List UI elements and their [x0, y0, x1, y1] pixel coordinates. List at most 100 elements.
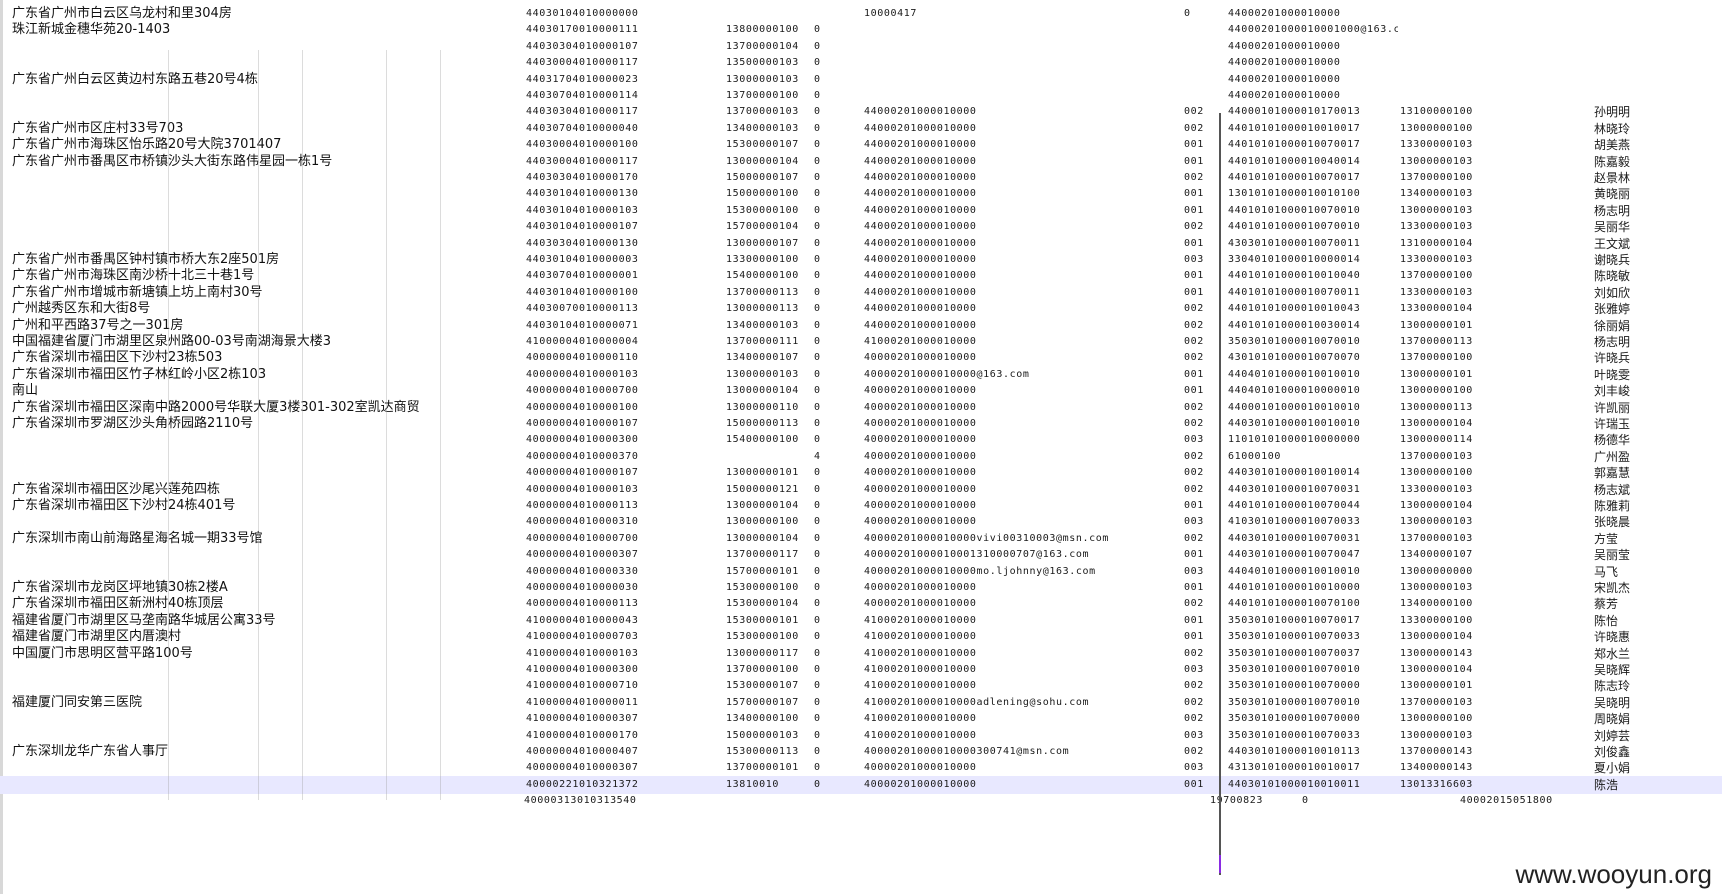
phone-cell: 13000000100 [726, 516, 799, 528]
type-cell: 001 [1184, 270, 1204, 282]
phone-cell: 13700000113 [726, 286, 799, 298]
name-cell [1594, 5, 1654, 23]
id-cell: 44030104010000107 [526, 221, 639, 233]
name-cell: 广州盈 [1594, 449, 1631, 464]
id-cell: 44030104010000003 [526, 254, 639, 265]
last-line-code: 40002015051800 [1460, 795, 1553, 806]
name-cell: 张晓晨 [1594, 515, 1631, 530]
type-cell: 003 [1184, 729, 1204, 741]
type-cell: 003 [1184, 516, 1204, 528]
mobile-cell [1400, 5, 1580, 23]
phone-cell: 13000000104 [726, 385, 799, 397]
address-cell [12, 661, 512, 679]
code-email-cell: 40000201000010000 [864, 385, 977, 397]
address-cell: 广东省深圳市福田区竹子林红岭小区2栋103 [12, 366, 267, 382]
name-cell: 陈怡 [1594, 613, 1619, 628]
type-cell: 002 [1184, 713, 1204, 725]
address-cell [12, 169, 512, 187]
phone-cell: 15300000100 [726, 582, 799, 593]
mobile-cell: 13700000143 [1400, 746, 1473, 757]
address-cell [12, 185, 512, 203]
code-email-cell: 40000201000010000mo.ljohnny@163.com [864, 565, 1096, 577]
text-editor-area[interactable]: 广东省广州市白云区乌龙村和里304房 44030104010000000 10000… [0, 0, 1722, 894]
name-cell: 许凯丽 [1594, 400, 1631, 415]
phone-cell: 13300000100 [726, 254, 799, 265]
mobile-cell: 13400000143 [1400, 762, 1473, 774]
mobile-cell: 13000000104 [1400, 500, 1473, 511]
code-email-cell: 44000201000010000 [864, 237, 977, 249]
address-cell [12, 727, 512, 745]
idcard-cell: 43130101000010010017 [1228, 762, 1361, 774]
phone-cell: 13000000103 [726, 73, 799, 85]
idcard-cell: 44030101000010010014 [1228, 467, 1361, 479]
name-cell: 吴晓辉 [1594, 663, 1631, 677]
mobile-cell: 13000000103 [1400, 204, 1473, 216]
address-cell [12, 677, 512, 695]
name-cell [1594, 71, 1654, 89]
phone-cell: 13000000117 [726, 647, 799, 659]
type-cell: 003 [1184, 434, 1204, 446]
address-cell: 南山 [12, 383, 39, 399]
id-cell: 44030004010000117 [526, 57, 639, 69]
code-email-cell: 41000201000010000adlening@sohu.com [864, 696, 1090, 708]
address-cell [12, 464, 512, 482]
name-cell: 周晓娟 [1594, 712, 1631, 727]
id-cell: 40000004010000103 [526, 483, 639, 495]
type-cell: 001 [1184, 188, 1204, 200]
idcard-cell: 35030101000010070010 [1228, 664, 1361, 675]
address-cell [12, 431, 512, 449]
idcard-cell: 44030101000010070031 [1228, 483, 1361, 495]
code-email-cell: 44000201000010000 [864, 122, 977, 134]
code-email-cell: 41000201000010000 [864, 647, 977, 659]
type-cell: 002 [1184, 696, 1204, 708]
idcard-cell: 44000101000010170013 [1228, 106, 1361, 118]
mobile-cell: 13300000103 [1400, 139, 1473, 151]
idcard-cell: 44010101000010070010 [1228, 221, 1361, 233]
id-cell: 40000004010000107 [526, 418, 639, 429]
phone-cell: 13700000101 [726, 762, 799, 774]
address-cell: 广东省广州市白云区乌龙村和里304房 [12, 6, 232, 21]
mobile-cell [1400, 38, 1580, 56]
name-cell: 吴晓明 [1594, 695, 1631, 710]
name-cell: 赵景林 [1594, 171, 1631, 185]
address-cell [12, 759, 512, 777]
phone-cell: 13000000104 [726, 155, 799, 167]
phone-cell: 13000000104 [726, 532, 799, 544]
id-cell: 44030304010000130 [526, 237, 639, 249]
idcard-cell: 44000201000010000 [1228, 90, 1341, 101]
idcard-cell: 35030101000010070000 [1228, 713, 1361, 725]
column-guide-line [302, 50, 303, 800]
idcard-cell: 13010101000010010100 [1228, 188, 1361, 200]
id-cell: 44030104010000100 [526, 286, 639, 298]
idcard-cell: 44010101000010010017 [1228, 122, 1361, 134]
address-cell: 广东省广州市区庄村33号703 [12, 120, 184, 136]
mobile-cell: 13000000101 [1400, 680, 1473, 692]
name-cell: 马飞 [1594, 564, 1619, 579]
type-cell: 003 [1184, 762, 1204, 774]
name-cell: 方莹 [1594, 531, 1619, 546]
id-cell: 40000004010000113 [526, 598, 639, 610]
idcard-cell: 35030101000010070000 [1228, 680, 1361, 692]
id-cell: 40000004010000700 [526, 532, 639, 544]
type-cell: 001 [1184, 204, 1204, 216]
name-cell: 林晓玲 [1594, 121, 1631, 136]
name-cell: 叶晓雯 [1594, 367, 1631, 382]
mobile-cell: 13700000100 [1400, 352, 1473, 364]
id-cell: 40000004010000100 [526, 401, 639, 413]
address-cell: 广东省广州市海珠区怡乐路20号大院3701407 [12, 137, 282, 153]
address-cell: 广东省深圳市福田区下沙村24栋401号 [12, 498, 236, 513]
id-cell: 40000004010000700 [526, 385, 639, 397]
code-email-cell: 41000201000010000 [864, 680, 977, 692]
last-line-id: 40000313010313540 [524, 795, 637, 806]
code-email-cell: 44000201000010000 [864, 172, 977, 183]
mobile-cell: 13300000104 [1400, 303, 1473, 315]
code-email-cell: 44000201000010000 [864, 155, 977, 167]
id-cell: 41000004010000703 [526, 631, 639, 643]
phone-cell: 13800000100 [726, 24, 799, 36]
mobile-cell: 13300000100 [1400, 614, 1473, 626]
column-guide-line [386, 50, 387, 800]
name-cell: 夏小娟 [1594, 761, 1631, 776]
phone-cell: 13400000100 [726, 713, 799, 725]
id-cell: 44030304010000107 [526, 40, 639, 52]
mobile-cell: 13700000103 [1400, 696, 1473, 708]
